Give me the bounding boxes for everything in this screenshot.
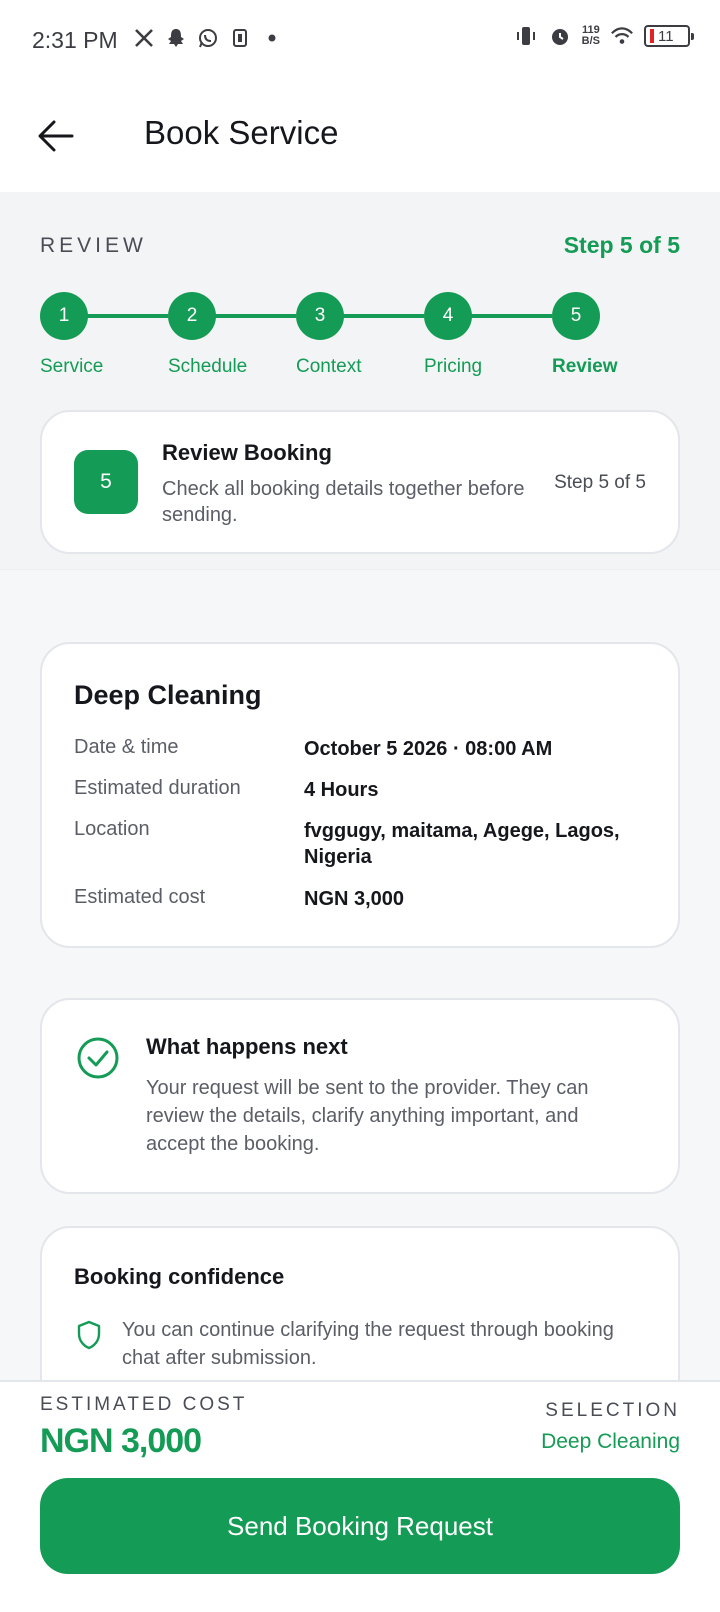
- step-count: Step 5 of 5: [563, 232, 680, 258]
- system-icons: 119 B/S 11: [514, 24, 694, 48]
- step-4-label: Pricing: [424, 356, 483, 377]
- step-connector: [342, 314, 424, 318]
- step-connector: [470, 314, 552, 318]
- detail-value: October 5 2026 · 08:00 AM: [304, 738, 553, 760]
- network-speed: 119 B/S: [581, 24, 600, 47]
- stepper: 1 2 3 4 5 Service Schedule Context Prici…: [0, 292, 720, 382]
- step-4-circle[interactable]: 4: [424, 292, 472, 340]
- service-title: Deep Cleaning: [74, 680, 262, 710]
- review-title: Review Booking: [162, 440, 332, 465]
- battery-indicator: 11: [644, 25, 694, 47]
- page-title: Book Service: [144, 114, 339, 151]
- review-booking-card: 5 Review Booking Check all booking detai…: [40, 410, 680, 554]
- detail-label: Estimated duration: [74, 777, 241, 799]
- step-5-circle[interactable]: 5: [552, 292, 600, 340]
- shield-icon: [77, 1320, 101, 1350]
- detail-label: Location: [74, 818, 150, 840]
- confidence-item: You can continue clarifying the request …: [122, 1319, 614, 1369]
- step-2-circle[interactable]: 2: [168, 292, 216, 340]
- battery-level-bar: [650, 29, 654, 43]
- estimated-cost-value: NGN 3,000: [40, 1422, 202, 1460]
- what-happens-next-card: What happens next Your request will be s…: [40, 998, 680, 1194]
- estimated-cost-label: ESTIMATED COST: [40, 1394, 248, 1415]
- vibrate-icon: [514, 24, 538, 48]
- detail-value: NGN 3,000: [304, 888, 405, 910]
- send-booking-request-button[interactable]: Send Booking Request: [40, 1478, 680, 1574]
- review-step-label: Step 5 of 5: [554, 472, 646, 493]
- whatsapp-icon: [196, 26, 220, 50]
- snapchat-icon: [164, 26, 188, 50]
- detail-row-duration: Estimated duration 4 Hours: [74, 777, 654, 803]
- detail-value: 4 Hours: [304, 779, 379, 801]
- notification-icons: [132, 26, 284, 50]
- alarm-icon: [548, 24, 572, 48]
- service-summary-card: Deep Cleaning Date & time October 5 2026…: [40, 642, 680, 948]
- app-icon: [228, 26, 252, 50]
- step-connector: [86, 314, 168, 318]
- booking-footer: ESTIMATED COST NGN 3,000 SELECTION Deep …: [0, 1380, 720, 1612]
- detail-row-cost: Estimated cost NGN 3,000: [74, 886, 654, 912]
- check-circle-icon: [77, 1037, 119, 1079]
- status-time: 2:31 PM: [32, 27, 118, 53]
- step-1-circle[interactable]: 1: [40, 292, 88, 340]
- wifi-icon: [610, 24, 634, 48]
- dot-icon: [260, 26, 284, 50]
- next-title: What happens next: [146, 1034, 348, 1059]
- step-3-circle[interactable]: 3: [296, 292, 344, 340]
- step-1-label: Service: [40, 356, 104, 377]
- detail-label: Date & time: [74, 736, 179, 758]
- selection-value: Deep Cleaning: [541, 1430, 680, 1453]
- selection-label: SELECTION: [545, 1400, 680, 1421]
- review-step-badge: 5: [74, 450, 138, 514]
- back-arrow-icon: [38, 120, 74, 152]
- step-5-label: Review: [552, 356, 618, 377]
- next-description: Your request will be sent to the provide…: [146, 1077, 589, 1155]
- detail-row-date: Date & time October 5 2026 · 08:00 AM: [74, 736, 654, 762]
- review-description: Check all booking details together befor…: [162, 478, 525, 526]
- status-bar: 2:31 PM 119 B/S 11: [0, 0, 720, 80]
- x-icon: [132, 26, 156, 50]
- back-button[interactable]: [36, 116, 76, 156]
- step-connector: [214, 314, 296, 318]
- section-label: REVIEW: [40, 234, 147, 257]
- step-2-label: Schedule: [168, 356, 248, 377]
- detail-row-location: Location fvggugy, maitama, Agege, Lagos,…: [74, 818, 654, 870]
- detail-value: fvggugy, maitama, Agege, Lagos, Nigeria: [304, 820, 620, 868]
- step-3-label: Context: [296, 356, 362, 377]
- detail-label: Estimated cost: [74, 886, 206, 908]
- confidence-title: Booking confidence: [74, 1264, 285, 1289]
- app-bar: Book Service: [0, 80, 720, 192]
